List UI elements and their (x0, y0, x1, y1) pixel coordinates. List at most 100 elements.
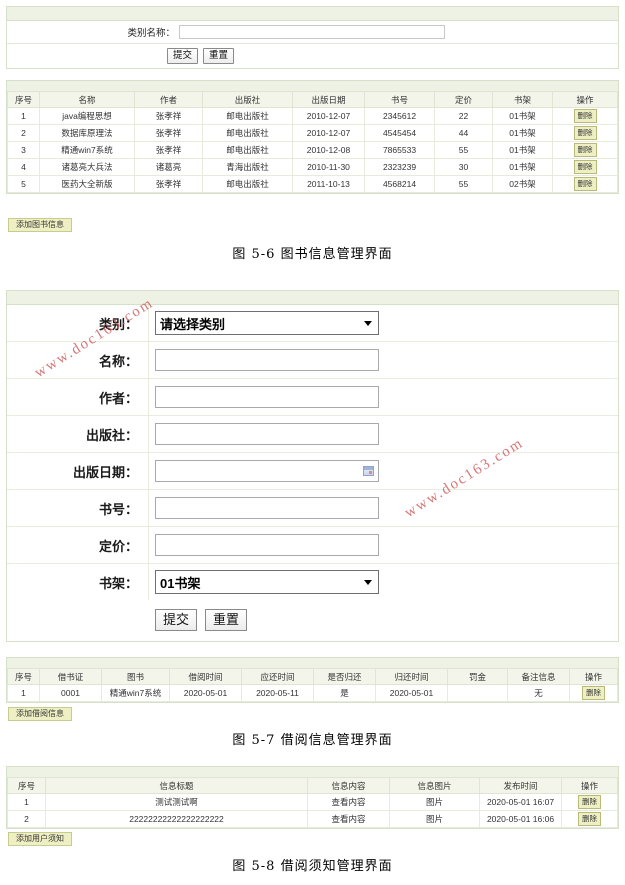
cell-returned: 是 (313, 684, 376, 702)
cell-author: 张孝祥 (134, 175, 203, 193)
input-field-2[interactable] (155, 386, 379, 408)
input-field-6[interactable] (155, 534, 379, 556)
column-header: 信息内容 (307, 777, 390, 794)
input-field-5[interactable] (155, 497, 379, 519)
column-header: 罚金 (447, 668, 508, 685)
cell-due_date: 2020-05-11 (241, 684, 314, 702)
book-form-rows: 类别： 请选择类别 名称： 作者： 出版社： 出版日期： 书号： 定价： 书架： 01书架 (7, 305, 618, 600)
cell-price: 44 (434, 124, 493, 142)
form-field-label: 类别： (7, 305, 149, 341)
category-name-input[interactable] (179, 25, 445, 39)
input-field-1[interactable] (155, 349, 379, 371)
select-shelf[interactable]: 01书架 (155, 570, 379, 594)
form-field-label: 定价： (7, 527, 149, 563)
column-header: 备注信息 (507, 668, 570, 685)
delete-button[interactable]: 删除 (573, 160, 597, 174)
search-reset-button[interactable]: 重置 (203, 48, 235, 64)
column-header: 序号 (7, 668, 40, 685)
input-pubdate[interactable] (155, 460, 379, 482)
cell-isbn: 2323239 (364, 158, 435, 176)
form-button-row: 提交 重置 (7, 600, 618, 640)
cell-action: 删除 (561, 810, 618, 828)
delete-button[interactable]: 删除 (573, 143, 597, 157)
cell-no: 5 (7, 175, 40, 193)
cell-shelf: 01书架 (492, 141, 553, 159)
cell-author: 诸葛亮 (134, 158, 203, 176)
delete-button[interactable]: 删除 (573, 109, 597, 123)
cell-title: 测试测试啊 (45, 793, 308, 811)
add-notice-button[interactable]: 添加用户须知 (8, 832, 72, 846)
form-submit-button[interactable]: 提交 (155, 609, 198, 631)
search-row: 类别名称： (7, 21, 618, 44)
form-field-wrap (149, 386, 379, 408)
borrow-table-strip (7, 658, 618, 668)
delete-button[interactable]: 删除 (573, 177, 597, 191)
cell-action: 删除 (552, 141, 618, 159)
select-category[interactable]: 请选择类别 (155, 311, 379, 335)
calendar-icon[interactable] (363, 466, 374, 476)
form-field-label: 出版日期： (7, 453, 149, 489)
form-reset-button[interactable]: 重置 (205, 609, 248, 631)
cell-no: 2 (7, 124, 40, 142)
form-row: 出版日期： (7, 453, 618, 490)
cell-isbn: 2345612 (364, 107, 435, 125)
search-submit-button[interactable]: 提交 (167, 48, 199, 64)
table-row: 4 诸葛亮大兵法 诸葛亮 青海出版社 2010-11-30 2323239 30 01书架 删除 (7, 158, 618, 176)
notice-info-table: 序号 信息标题 信息内容 信息图片 发布时间 操作 1 测试测试啊 查看内容 图片 2020-05… (7, 777, 618, 828)
add-borrow-button[interactable]: 添加借阅信息 (8, 707, 72, 721)
cell-borrow_date: 2020-05-01 (169, 684, 242, 702)
input-field-3[interactable] (155, 423, 379, 445)
cell-publisher: 邮电出版社 (202, 107, 293, 125)
panel-header-strip (7, 7, 618, 21)
cell-shelf: 01书架 (492, 107, 553, 125)
delete-button[interactable]: 删除 (573, 126, 597, 140)
cell-isbn: 7865533 (364, 141, 435, 159)
cell-pubdate: 2010-12-07 (292, 124, 365, 142)
column-header: 操作 (552, 91, 618, 108)
cell-card: 0001 (39, 684, 102, 702)
cell-shelf: 01书架 (492, 158, 553, 176)
cell-return_date: 2020-05-01 (375, 684, 448, 702)
cell-pubdate: 2010-12-08 (292, 141, 365, 159)
caption-figure-5-8: 图 5-8 借阅须知管理界面 (232, 859, 393, 874)
column-header: 出版社 (202, 91, 293, 108)
notice-info-table-panel: 序号 信息标题 信息内容 信息图片 发布时间 操作 1 测试测试啊 查看内容 图片 2020-05… (6, 766, 619, 829)
cell-name: 数据库原理法 (39, 124, 135, 142)
form-field-wrap (149, 423, 379, 445)
cell-action: 删除 (552, 124, 618, 142)
column-header: 图书 (101, 668, 170, 685)
notice-table-header-row: 序号 信息标题 信息内容 信息图片 发布时间 操作 (7, 777, 618, 794)
column-header: 出版日期 (292, 91, 365, 108)
cell-name: java编程思想 (39, 107, 135, 125)
column-header: 名称 (39, 91, 135, 108)
delete-button[interactable]: 删除 (578, 812, 601, 826)
column-header: 归还时间 (375, 668, 448, 685)
borrow-table-header-row: 序号 借书证 图书 借阅时间 应还时间 是否归还 归还时间 罚金 备注信息 操作 (7, 668, 618, 685)
chevron-down-icon (364, 579, 372, 585)
delete-button[interactable]: 删除 (578, 795, 601, 809)
cell-content: 查看内容 (307, 810, 390, 828)
column-header: 书号 (364, 91, 435, 108)
form-row: 出版社： (7, 416, 618, 453)
delete-button[interactable]: 删除 (582, 686, 605, 700)
form-row: 类别： 请选择类别 (7, 305, 618, 342)
cell-shelf: 01书架 (492, 124, 553, 142)
column-header: 操作 (561, 777, 618, 794)
caption-figure-5-7: 图 5-7 借阅信息管理界面 (232, 733, 393, 748)
cell-pubdate: 2011-10-13 (292, 175, 365, 193)
book-table-body: 1 java编程思想 张孝祥 邮电出版社 2010-12-07 2345612 22 01书架… (7, 107, 618, 193)
notice-table-body: 1 测试测试啊 查看内容 图片 2020-05-01 16:07 删除 2 222222222… (7, 793, 618, 828)
column-header: 操作 (569, 668, 618, 685)
notice-table-strip (7, 767, 618, 777)
cell-publish_time: 2020-05-01 16:07 (479, 793, 562, 811)
form-field-label: 作者： (7, 379, 149, 415)
cell-name: 诸葛亮大兵法 (39, 158, 135, 176)
form-field-wrap: 请选择类别 (149, 311, 379, 335)
cell-fine (447, 684, 508, 702)
borrow-info-table-panel: 序号 借书证 图书 借阅时间 应还时间 是否归还 归还时间 罚金 备注信息 操作 1 0001 精通w… (6, 657, 619, 703)
table-row: 1 java编程思想 张孝祥 邮电出版社 2010-12-07 2345612 22 01书架… (7, 107, 618, 125)
cell-isbn: 4545454 (364, 124, 435, 142)
select-value: 01书架 (160, 575, 201, 591)
add-book-button[interactable]: 添加图书信息 (8, 218, 72, 232)
form-field-wrap (149, 534, 379, 556)
